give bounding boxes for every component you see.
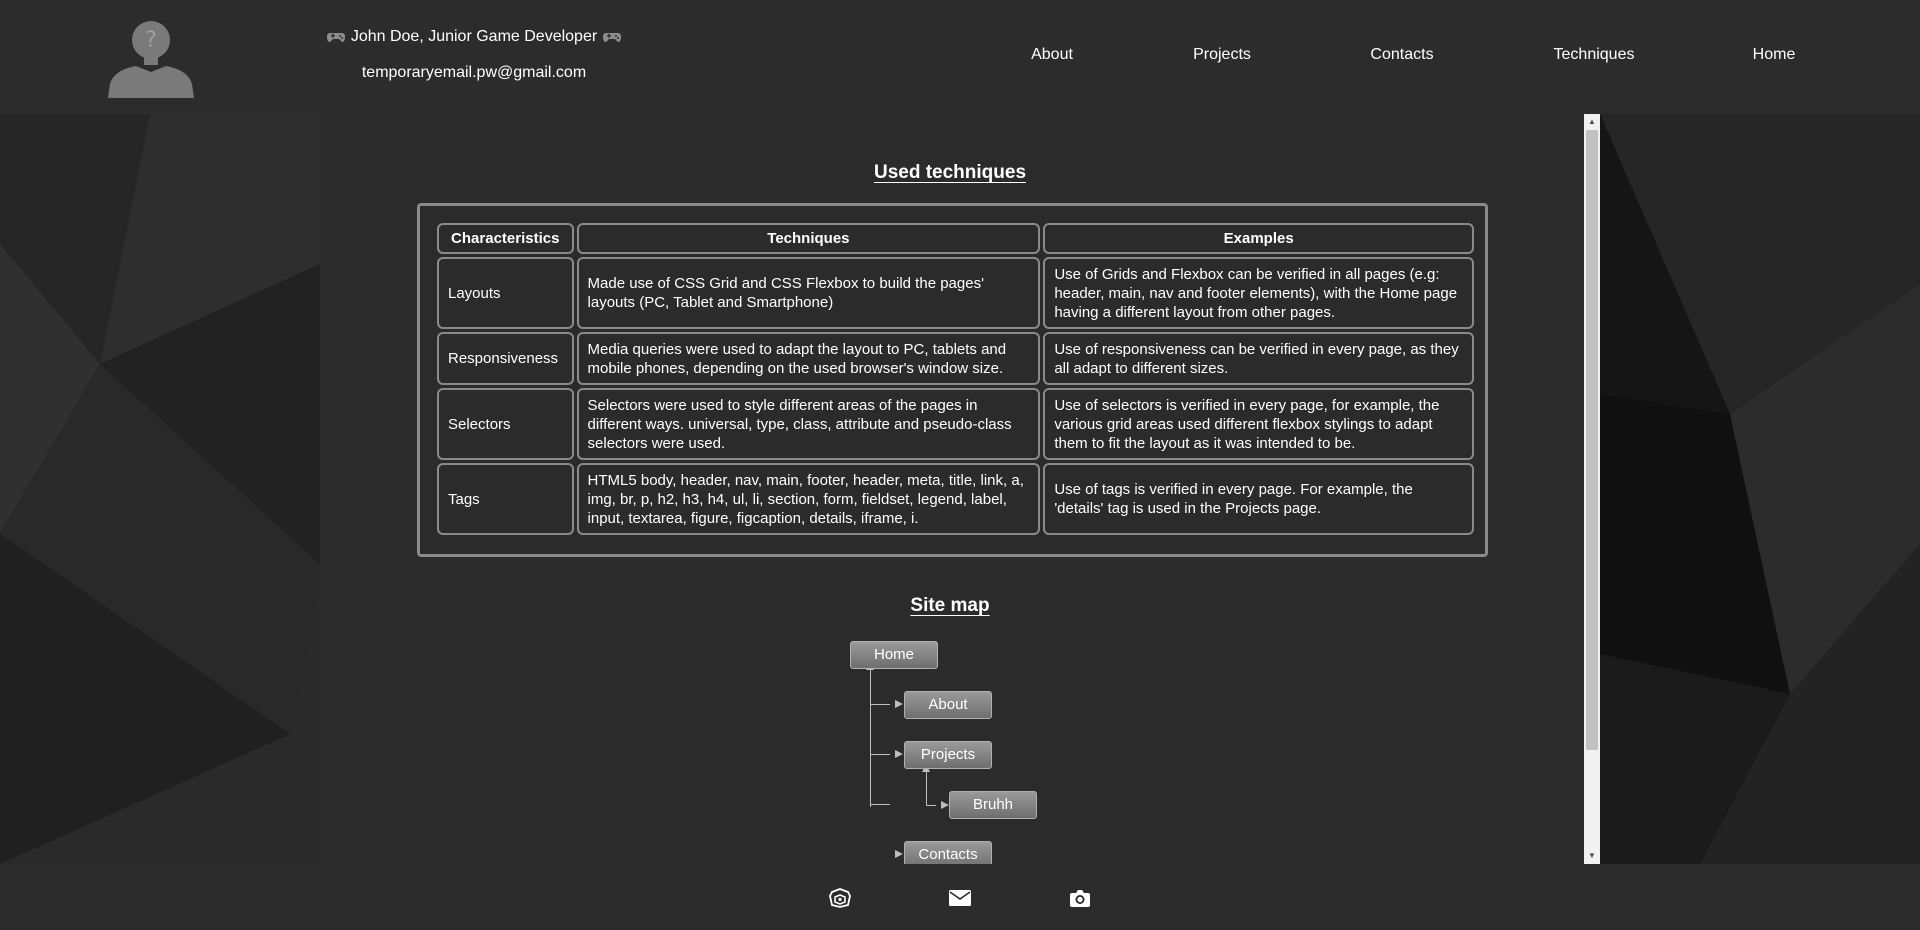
sitemap-node-contacts[interactable]: Contacts <box>904 841 992 864</box>
nav-contacts[interactable]: Contacts <box>1352 46 1452 64</box>
main-nav: About Projects Contacts Techniques Home <box>1002 46 1824 64</box>
nav-about[interactable]: About <box>1002 46 1102 64</box>
developer-name: John Doe, Junior Game Developer <box>350 28 598 45</box>
nav-projects[interactable]: Projects <box>1172 46 1272 64</box>
identity-block: John Doe, Junior Game Developer temporar… <box>324 28 624 82</box>
sitemap-node-bruhh[interactable]: Bruhh <box>949 791 1037 819</box>
svg-text:?: ? <box>145 28 157 53</box>
vertical-scrollbar[interactable]: ▲ ▼ <box>1584 114 1600 864</box>
gamepad-icon <box>603 33 622 42</box>
avatar: ? <box>106 10 196 98</box>
sitemap-node-about[interactable]: About <box>904 691 992 719</box>
itch-io-icon[interactable] <box>829 887 851 909</box>
main-content[interactable]: Used techniques Characteristics Techniqu… <box>320 114 1600 864</box>
developer-name-line: John Doe, Junior Game Developer <box>324 28 624 46</box>
gamepad-icon <box>326 33 345 42</box>
site-map: Home About Projects Bruhh Contacts <box>320 114 1580 864</box>
unknown-user-avatar-icon: ? <box>108 21 194 98</box>
nav-techniques[interactable]: Techniques <box>1544 46 1644 64</box>
nav-home[interactable]: Home <box>1724 46 1824 64</box>
camera-icon[interactable] <box>1069 887 1091 909</box>
sitemap-node-projects[interactable]: Projects <box>904 741 992 769</box>
scrollbar-thumb[interactable] <box>1586 130 1598 750</box>
site-footer <box>0 864 1920 930</box>
contact-email[interactable]: temporaryemail.pw@gmail.com <box>324 64 624 82</box>
site-header: ? John Doe, Junior Game Developer tempor… <box>0 0 1920 114</box>
sitemap-node-home[interactable]: Home <box>850 641 938 669</box>
scroll-down-arrow-icon[interactable]: ▼ <box>1584 848 1600 864</box>
scroll-up-arrow-icon[interactable]: ▲ <box>1584 114 1600 130</box>
mail-icon[interactable] <box>949 887 971 909</box>
